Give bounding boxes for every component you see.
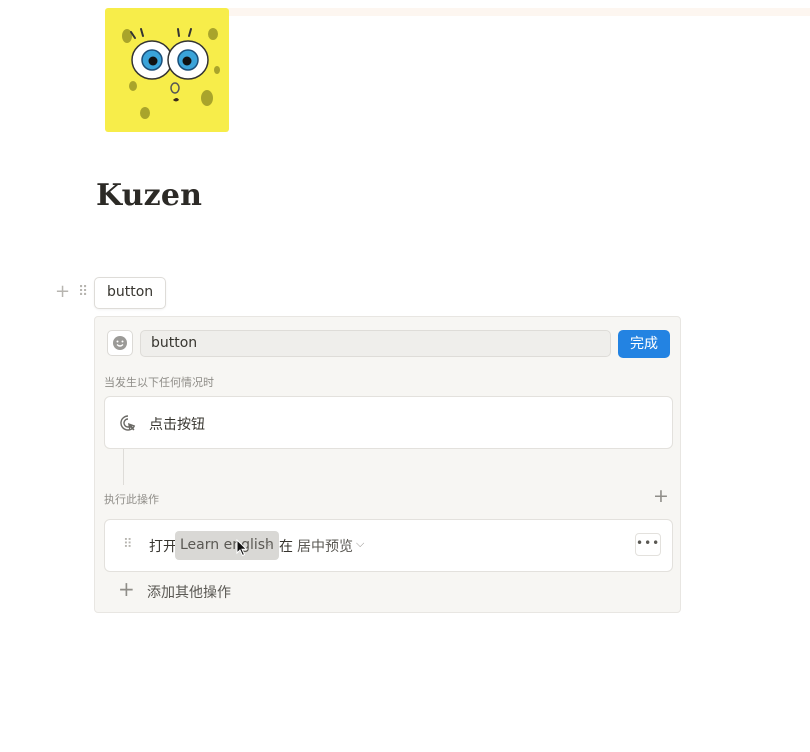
page-title: Kuzen: [96, 178, 203, 213]
trigger-action-connector: [123, 449, 124, 485]
action-section-label: 执行此操作: [104, 493, 159, 506]
smiley-face-icon[interactable]: [107, 330, 133, 356]
plus-icon: +: [118, 577, 135, 601]
trigger-text: 点击按钮: [149, 417, 205, 433]
preview-mode-selector[interactable]: 居中预览: [297, 536, 353, 556]
action-drag-handle-icon[interactable]: ⠿: [123, 537, 132, 552]
trigger-section-label: 当发生以下任何情况时: [104, 376, 214, 389]
add-block-icon[interactable]: +: [55, 283, 70, 301]
trigger-card[interactable]: 点击按钮: [104, 396, 673, 449]
chevron-down-icon[interactable]: ⌵: [265, 536, 273, 550]
button-editor-panel: button 完成 当发生以下任何情况时 点击按钮 执行此操作 + ⠿ 打开 L…: [94, 316, 681, 613]
chevron-down-icon[interactable]: ⌵: [356, 537, 364, 551]
button-block[interactable]: button: [94, 277, 167, 309]
target-page-selector[interactable]: Learn english: [175, 531, 279, 560]
mouse-cursor-icon: [236, 539, 248, 557]
spongebob-face-icon[interactable]: [105, 8, 229, 132]
add-action-plus-icon[interactable]: +: [653, 485, 669, 507]
target-page-name: Learn english: [180, 537, 274, 553]
action-verb: 打开: [149, 539, 177, 555]
add-action-label: 添加其他操作: [147, 585, 231, 601]
action-card[interactable]: ⠿ 打开 Learn english ⌵ 在 居中预览 ⌵ •••: [104, 519, 673, 572]
more-options-button[interactable]: •••: [635, 533, 661, 556]
cover-strip: [228, 8, 810, 16]
action-in-word: 在: [279, 539, 293, 555]
done-button[interactable]: 完成: [618, 330, 670, 358]
drag-handle-icon[interactable]: ⠿: [78, 283, 88, 301]
button-name-input[interactable]: button: [140, 330, 611, 357]
click-pointer-icon: [119, 414, 137, 432]
